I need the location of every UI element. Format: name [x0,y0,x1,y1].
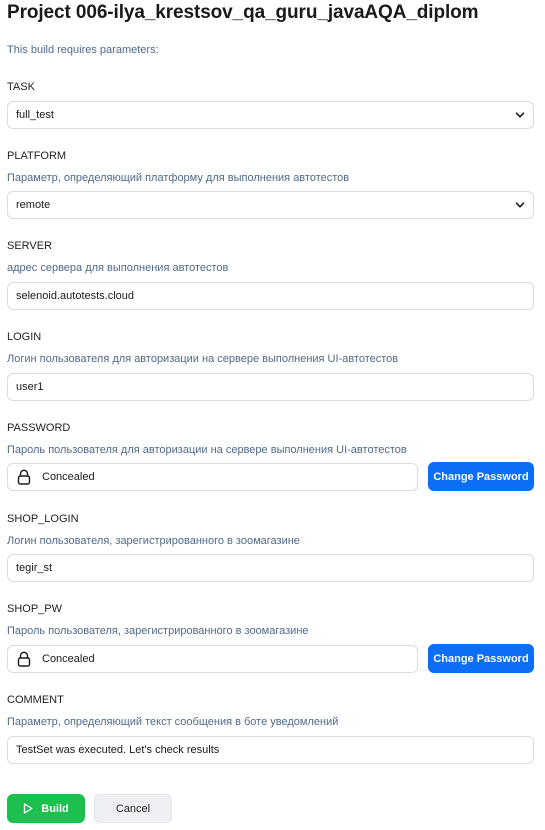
input-value: TestSet was executed. Let's check result… [16,744,220,756]
lock-icon [17,651,31,667]
param-description: Параметр, определяющий текст сообщения в… [7,716,339,728]
task-select[interactable]: full_test [7,101,534,129]
param-name: LOGIN [7,331,42,343]
login-input[interactable]: user1 [7,373,534,401]
change-password-button[interactable]: Change Password [428,462,534,491]
input-value: user1 [16,381,44,393]
param-name: TASK [7,81,35,93]
page-subtitle: This build requires parameters: [7,44,159,56]
param-description: Пароль пользователя для авторизации на с… [7,444,407,456]
password-status: Concealed [42,653,95,665]
platform-select[interactable]: remote [7,191,534,219]
cancel-label: Cancel [115,802,151,815]
comment-input[interactable]: TestSet was executed. Let's check result… [7,736,534,764]
input-value: selenoid.autotests.cloud [16,290,135,302]
input-value: tegir_st [16,562,53,574]
select-value: remote [16,199,51,211]
chevron-down-icon [515,110,525,120]
param-description: Пароль пользователя, зарегистрированного… [7,625,309,637]
password-field: Concealed [7,463,418,491]
param-login: LOGIN Логин пользователя для авторизации… [7,330,534,366]
chevron-down-icon [515,200,525,210]
select-value: full_test [16,109,54,121]
param-description: Логин пользователя для авторизации на се… [7,353,399,365]
param-name: COMMENT [7,694,64,706]
param-task: TASK [7,80,534,94]
page-title: Project 006-ilya_krestsov_qa_guru_javaAQ… [7,2,479,23]
change-shop-password-button[interactable]: Change Password [428,644,534,673]
build-button[interactable]: Build [7,794,85,823]
play-icon [23,803,33,814]
password-status: Concealed [42,471,95,483]
shop-login-input[interactable]: tegir_st [7,554,534,582]
server-input[interactable]: selenoid.autotests.cloud [7,282,534,310]
param-platform: PLATFORM Параметр, определяющий платформ… [7,149,534,185]
param-comment: COMMENT Параметр, определяющий текст соо… [7,693,534,729]
param-description: Логин пользователя, зарегистрированного … [7,535,300,547]
param-name: PLATFORM [7,150,67,162]
lock-icon [17,469,31,485]
param-server: SERVER адрес сервера для выполнения авто… [7,239,534,275]
cancel-button[interactable]: Cancel [94,794,172,823]
build-label: Build [41,802,69,815]
param-name: PASSWORD [7,422,71,434]
param-description: Параметр, определяющий платформу для вып… [7,172,350,184]
param-name: SHOP_LOGIN [7,513,79,525]
param-password: PASSWORD Пароль пользователя для авториз… [7,421,534,457]
shop-pw-field: Concealed [7,645,418,673]
param-shop-pw: SHOP_PW Пароль пользователя, зарегистрир… [7,602,534,638]
param-shop-login: SHOP_LOGIN Логин пользователя, зарегистр… [7,512,534,548]
param-name: SHOP_PW [7,603,63,615]
param-description: адрес сервера для выполнения автотестов [7,262,229,274]
param-name: SERVER [7,240,53,252]
